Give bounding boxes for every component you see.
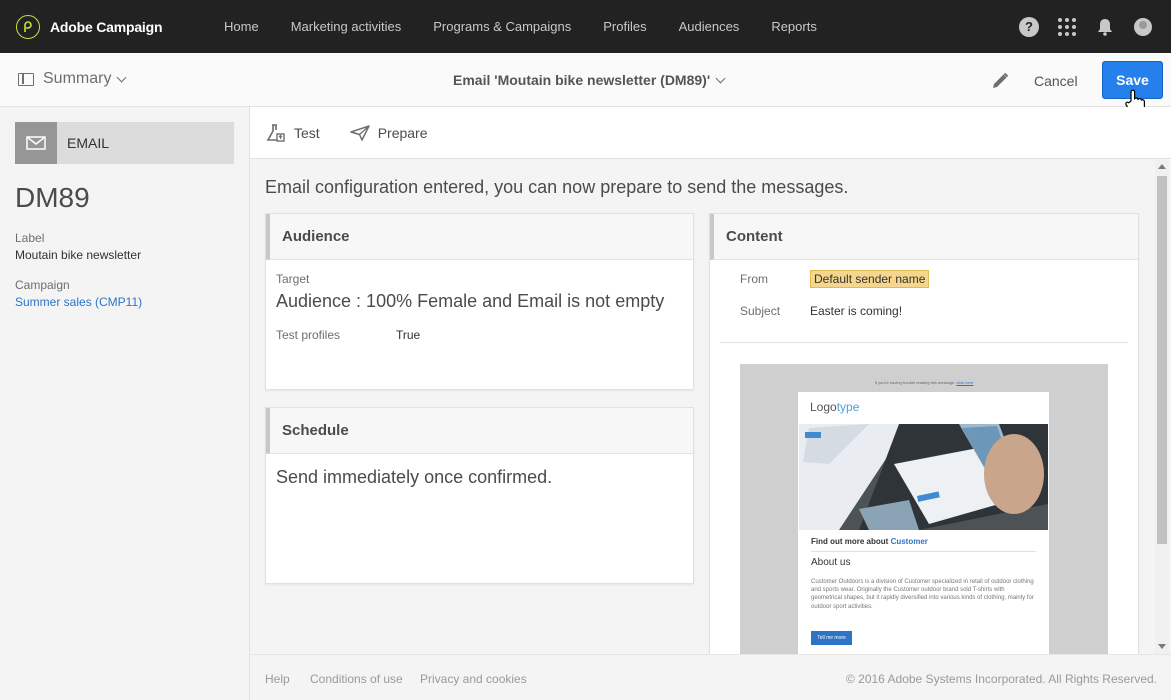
status-message: Email configuration entered, you can now…	[265, 177, 849, 197]
summary-toggle[interactable]: Summary	[18, 70, 127, 88]
prepare-button[interactable]: Prepare	[349, 124, 428, 142]
delivery-toolbar: Test Prepare	[250, 107, 1171, 159]
help-icon[interactable]: ?	[1019, 16, 1039, 37]
from-value: Default sender name	[810, 270, 930, 288]
footer-privacy-link[interactable]: Privacy and cookies	[420, 672, 527, 686]
email-logo: Logotype	[810, 400, 860, 414]
subject-caption: Subject	[740, 304, 781, 318]
subject-value: Easter is coming!	[810, 304, 903, 318]
pencil-icon[interactable]	[990, 71, 1010, 91]
email-tell-me-more-button: Tell me more	[811, 631, 852, 645]
schedule-card[interactable]: Schedule Send immediately once confirmed…	[265, 407, 694, 584]
email-divider	[811, 551, 1036, 552]
footer: Help Conditions of use Privacy and cooki…	[250, 654, 1171, 700]
schedule-card-title: Schedule	[266, 408, 693, 454]
chevron-down-icon	[715, 73, 726, 83]
document-title[interactable]: Email 'Moutain bike newsletter (DM89)'	[453, 72, 726, 88]
scroll-thumb[interactable]	[1157, 176, 1167, 544]
email-body: Logotype Find out more about Customer Ab…	[798, 392, 1049, 654]
delivery-code: DM89	[15, 182, 90, 213]
scroll-down-arrow[interactable]	[1158, 644, 1166, 649]
top-navigation-bar: Adobe Campaign Home Marketing activities…	[0, 0, 1171, 53]
label-value: Moutain bike newsletter	[15, 248, 142, 262]
nav-item-home[interactable]: Home	[224, 19, 259, 34]
target-caption: Target	[276, 272, 310, 286]
test-button[interactable]: Test	[266, 123, 320, 143]
avatar[interactable]	[1133, 17, 1153, 37]
email-preview[interactable]: If you're having trouble reading this me…	[740, 364, 1108, 654]
channel-label: EMAIL	[67, 135, 110, 151]
content-divider	[720, 342, 1128, 343]
nav-item-profiles[interactable]: Profiles	[603, 19, 646, 34]
preview-note-link[interactable]: click here	[956, 380, 973, 385]
email-findout: Find out more about Customer	[811, 537, 928, 546]
side-panel-icon	[18, 72, 34, 86]
bell-icon[interactable]	[1095, 17, 1115, 37]
paper-plane-icon	[349, 124, 370, 141]
top-icons: ?	[1001, 0, 1153, 53]
scroll-up-arrow[interactable]	[1158, 164, 1166, 169]
label-caption: Label	[15, 231, 45, 245]
envelope-icon	[15, 122, 57, 164]
summary-label: Summary	[43, 70, 112, 87]
chevron-down-icon	[117, 72, 127, 82]
audience-card[interactable]: Audience Target Audience : 100% Female a…	[265, 213, 694, 390]
action-bar: Summary Email 'Moutain bike newsletter (…	[0, 53, 1171, 115]
main-nav: Home Marketing activities Programs & Cam…	[224, 19, 849, 34]
nav-item-marketing-activities[interactable]: Marketing activities	[291, 19, 402, 34]
email-about-heading: About us	[811, 557, 851, 568]
schedule-value: Send immediately once confirmed.	[276, 467, 553, 487]
content-card[interactable]: Content From Default sender name Subject…	[709, 213, 1139, 673]
nav-item-programs-campaigns[interactable]: Programs & Campaigns	[433, 19, 571, 34]
target-value: Audience : 100% Female and Email is not …	[276, 291, 665, 311]
prepare-label: Prepare	[377, 124, 428, 141]
test-profiles-caption: Test profiles	[276, 328, 341, 342]
footer-conditions-link[interactable]: Conditions of use	[310, 672, 403, 686]
from-caption: From	[740, 272, 768, 286]
campaign-caption: Campaign	[15, 278, 70, 292]
main-content: Test Prepare Email configuration entered…	[250, 107, 1171, 673]
nav-item-audiences[interactable]: Audiences	[679, 19, 740, 34]
flask-icon	[266, 123, 285, 142]
footer-help-link[interactable]: Help	[265, 672, 290, 686]
nav-item-reports[interactable]: Reports	[771, 19, 817, 34]
adobe-campaign-logo-icon	[16, 14, 40, 39]
brand[interactable]: Adobe Campaign	[16, 14, 224, 39]
main-scrollbar[interactable]	[1155, 160, 1169, 654]
apps-icon[interactable]	[1057, 17, 1077, 37]
email-about-body: Customer Outdoors is a division of Custo…	[811, 579, 1034, 610]
summary-sidebar: EMAIL DM89 Label Moutain bike newsletter…	[0, 107, 250, 700]
cancel-button[interactable]: Cancel	[1034, 73, 1078, 89]
brand-name: Adobe Campaign	[50, 18, 163, 35]
copyright: © 2016 Adobe Systems Incorporated. All R…	[845, 672, 1157, 686]
channel-tile: EMAIL	[15, 122, 234, 164]
audience-card-title: Audience	[266, 214, 693, 260]
campaign-link[interactable]: Summer sales (CMP11)	[15, 295, 142, 309]
test-profiles-value: True	[396, 328, 421, 342]
test-label: Test	[294, 124, 320, 141]
preview-note: If you're having trouble reading this me…	[740, 380, 1108, 385]
email-hero-image	[799, 424, 1048, 530]
content-card-title: Content	[710, 214, 1138, 260]
document-title-text: Email 'Moutain bike newsletter (DM89)'	[453, 72, 711, 88]
preview-note-text: If you're having trouble reading this me…	[874, 380, 956, 385]
